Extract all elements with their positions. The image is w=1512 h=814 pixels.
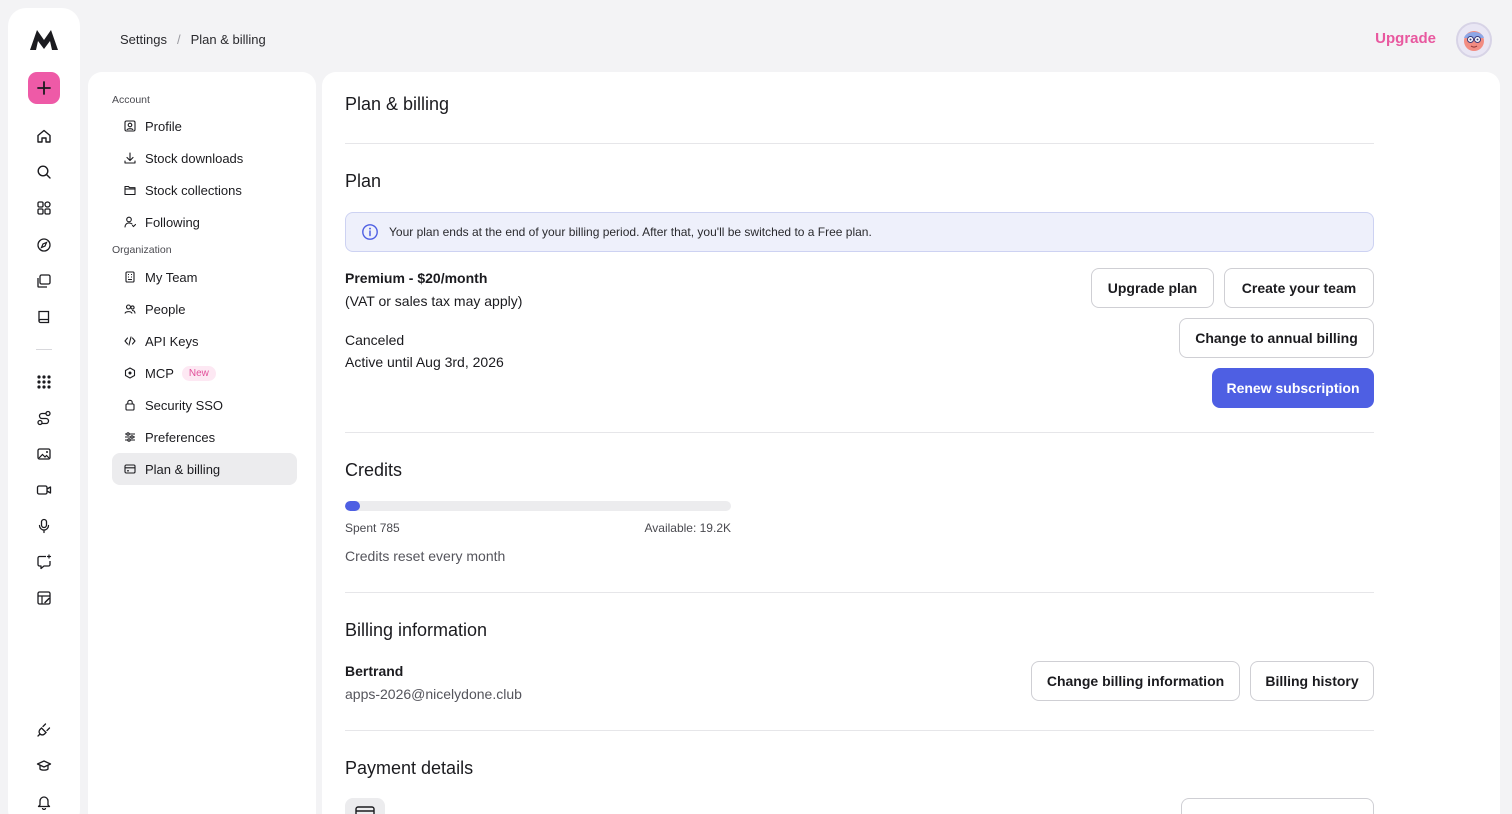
home-icon[interactable] <box>32 124 56 148</box>
nav-item-stock-downloads[interactable]: Stock downloads <box>112 142 297 174</box>
credits-progress-fill <box>345 501 361 511</box>
breadcrumb-settings[interactable]: Settings <box>120 32 167 47</box>
user-follow-icon <box>124 216 136 228</box>
card-icon <box>355 806 375 814</box>
sliders-icon <box>125 432 135 442</box>
avatar-illustration <box>1458 24 1490 56</box>
nav-item-security-sso[interactable]: Security SSO <box>112 389 297 421</box>
credits-heading: Credits <box>345 460 403 480</box>
graduation-icon[interactable] <box>32 754 56 778</box>
avatar[interactable] <box>1456 22 1492 58</box>
workflow-icon[interactable] <box>32 406 56 430</box>
image-icon[interactable] <box>32 442 56 466</box>
nav-item-label: My Team <box>145 269 198 285</box>
new-badge: New <box>181 365 216 381</box>
dots-grid-icon[interactable] <box>32 370 56 394</box>
change-billing-button[interactable]: Change billing information <box>1031 661 1240 701</box>
top-bar: Settings / Plan & billing Upgrade <box>88 8 1504 70</box>
nav-item-profile[interactable]: Profile <box>112 110 297 142</box>
plan-heading: Plan <box>345 171 382 191</box>
bell-icon[interactable] <box>32 790 56 814</box>
divider <box>345 143 1374 144</box>
main-panel: Plan & billing Plan Your plan ends at th… <box>322 72 1500 814</box>
code-icon <box>124 336 136 346</box>
plan-tax-note: (VAT or sales tax may apply) <box>345 293 523 309</box>
nav-item-my-team[interactable]: My Team <box>112 261 297 293</box>
nav-item-label: MCP <box>145 365 174 381</box>
divider <box>345 592 1374 593</box>
nav-item-label: People <box>145 301 186 317</box>
plan-notice-text: Your plan ends at the end of your billin… <box>389 225 872 239</box>
nav-item-label: Following <box>145 214 200 230</box>
nav-item-label: Stock downloads <box>145 150 244 166</box>
billing-email: apps-2026@nicelydone.club <box>345 686 522 702</box>
app-rail <box>8 8 80 814</box>
library-icon[interactable] <box>32 269 56 293</box>
search-icon[interactable] <box>32 160 56 184</box>
nav-item-label: Plan & billing <box>145 461 221 477</box>
edit-board-icon[interactable] <box>32 586 56 610</box>
billing-name: Bertrand <box>345 663 404 679</box>
download-icon <box>124 152 136 164</box>
video-icon[interactable] <box>32 478 56 502</box>
payment-card <box>345 798 385 814</box>
plus-icon <box>37 81 51 95</box>
annual-billing-button[interactable]: Change to annual billing <box>1179 318 1374 358</box>
upgrade-link[interactable]: Upgrade <box>1375 30 1436 47</box>
upgrade-plan-button[interactable]: Upgrade plan <box>1091 268 1214 308</box>
building-icon <box>125 271 135 283</box>
nav-item-api-keys[interactable]: API Keys <box>112 325 297 357</box>
nav-section-organization: Organization <box>112 244 172 256</box>
nav-item-preferences[interactable]: Preferences <box>112 421 297 453</box>
folder-icon <box>124 185 136 196</box>
nav-item-label: Stock collections <box>145 182 242 198</box>
rail-divider <box>36 349 52 350</box>
nav-item-following[interactable]: Following <box>112 206 297 238</box>
nav-item-label: Profile <box>145 118 182 134</box>
nav-item-people[interactable]: People <box>112 293 297 325</box>
renew-subscription-button[interactable]: Renew subscription <box>1212 368 1374 408</box>
settings-nav: Account Profile Stock downloads Stock co… <box>88 72 316 814</box>
plan-status: Canceled <box>345 332 405 348</box>
plan-active-until: Active until Aug 3rd, 2026 <box>345 354 504 370</box>
lock-icon <box>125 399 135 411</box>
apps-grid-icon[interactable] <box>32 196 56 220</box>
book-icon[interactable] <box>32 305 56 329</box>
create-new-button[interactable] <box>28 72 60 104</box>
nav-item-label: Preferences <box>145 429 216 445</box>
billing-heading: Billing information <box>345 620 488 640</box>
compass-icon[interactable] <box>32 233 56 257</box>
microphone-icon[interactable] <box>32 514 56 538</box>
info-icon <box>362 224 378 240</box>
credits-available: Available: 19.2K <box>644 521 731 535</box>
credit-card-icon <box>124 464 136 474</box>
divider <box>345 730 1374 731</box>
nav-item-label: API Keys <box>145 333 199 349</box>
create-team-button[interactable]: Create your team <box>1224 268 1374 308</box>
plug-icon[interactable] <box>32 718 56 742</box>
divider <box>345 432 1374 433</box>
plan-name: Premium - $20/month <box>345 270 488 286</box>
nav-item-mcp[interactable]: MCP New <box>112 357 297 389</box>
update-payment-button[interactable] <box>1181 798 1374 814</box>
page-title: Plan & billing <box>345 94 450 114</box>
chat-spark-icon[interactable] <box>32 550 56 574</box>
breadcrumb: Settings / Plan & billing <box>120 32 266 47</box>
credits-reset-note: Credits reset every month <box>345 548 506 564</box>
billing-history-button[interactable]: Billing history <box>1250 661 1374 701</box>
plan-notice: Your plan ends at the end of your billin… <box>345 212 1374 252</box>
nav-item-label: Security SSO <box>145 397 224 413</box>
breadcrumb-separator: / <box>176 32 181 47</box>
nav-item-plan-billing[interactable]: Plan & billing <box>112 453 297 485</box>
brand-logo[interactable] <box>28 28 60 52</box>
nav-item-stock-collections[interactable]: Stock collections <box>112 174 297 206</box>
profile-icon <box>124 120 136 132</box>
breadcrumb-current: Plan & billing <box>190 32 266 47</box>
payment-heading: Payment details <box>345 758 474 778</box>
nav-section-account: Account <box>112 94 150 106</box>
people-icon <box>124 304 136 314</box>
mcp-icon <box>124 367 136 379</box>
credits-progress-bar <box>345 501 731 511</box>
